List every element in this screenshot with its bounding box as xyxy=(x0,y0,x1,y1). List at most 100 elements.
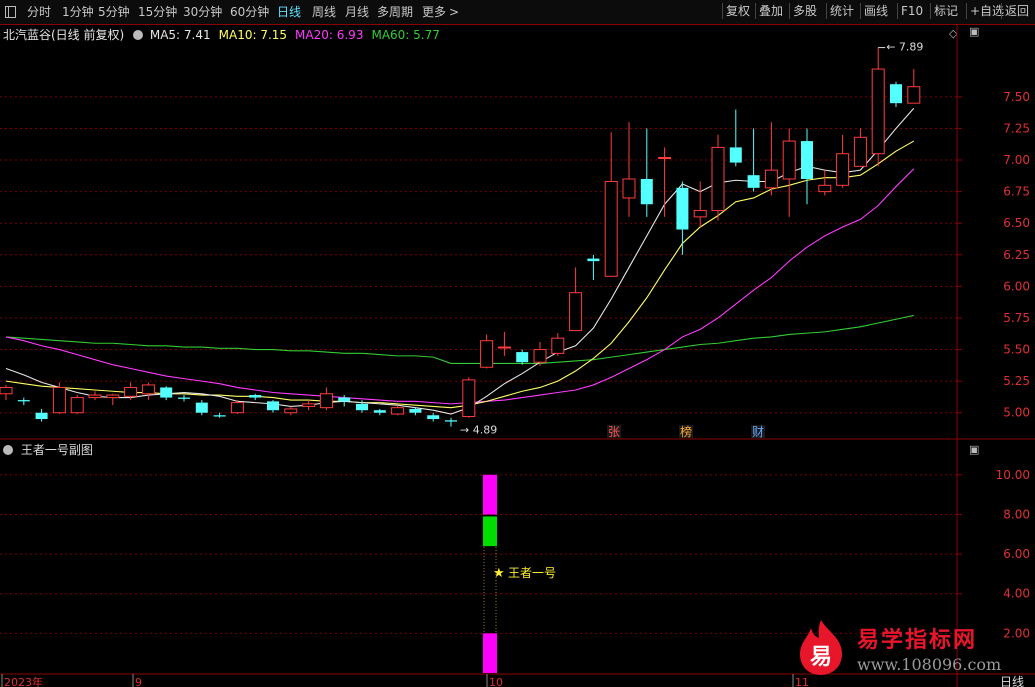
candle-body xyxy=(88,394,102,399)
candle xyxy=(52,382,66,414)
candle xyxy=(747,128,760,192)
ma20-line xyxy=(5,168,915,405)
candle-body xyxy=(622,178,636,199)
candle-body xyxy=(230,402,244,414)
maximize-icon[interactable]: ▣ xyxy=(969,443,979,456)
candle xyxy=(871,47,885,167)
candle xyxy=(676,181,689,255)
candle-body xyxy=(551,337,565,354)
candle-body xyxy=(52,386,66,414)
candle xyxy=(88,391,102,401)
flame-logo-icon: 易 xyxy=(800,620,842,675)
candle-body xyxy=(907,86,921,104)
candle xyxy=(836,134,850,188)
candle-body xyxy=(676,187,689,230)
price-axis-label: 6.50 xyxy=(1003,216,1030,230)
signal-block xyxy=(483,516,497,547)
candle xyxy=(604,132,618,277)
candle xyxy=(890,81,902,107)
date-label: 10 xyxy=(489,676,503,687)
candle xyxy=(391,405,405,416)
price-axis-label: 5.00 xyxy=(1003,406,1030,420)
candle-body xyxy=(178,397,190,399)
candle-body xyxy=(319,393,333,409)
candle xyxy=(693,181,707,227)
star-icon: ★ xyxy=(493,566,505,581)
candle-body xyxy=(890,84,902,104)
candle xyxy=(302,400,316,411)
candle xyxy=(622,122,636,217)
candle-body xyxy=(516,352,529,363)
candle xyxy=(70,395,84,414)
candle xyxy=(569,267,583,332)
price-axis-label: 5.25 xyxy=(1003,374,1030,388)
candle xyxy=(427,412,440,422)
candle xyxy=(516,349,529,365)
candle-body xyxy=(391,407,405,415)
candle-body xyxy=(70,397,84,414)
candle-body xyxy=(195,402,208,413)
candle xyxy=(35,408,48,422)
candle-body xyxy=(711,146,725,212)
candle-body xyxy=(373,410,386,413)
watermark-url: www.108096.com xyxy=(857,655,1002,674)
candle xyxy=(178,395,190,402)
high-label: ← 7.89 xyxy=(886,41,923,54)
candle-body xyxy=(604,181,618,277)
candle-body xyxy=(0,386,13,395)
candle-body xyxy=(533,349,547,363)
candle xyxy=(640,128,653,217)
candle-body xyxy=(587,258,600,262)
signal-block xyxy=(483,474,497,515)
candle xyxy=(249,393,262,401)
candle-body xyxy=(640,178,653,205)
sub-panel-header: 王者一号副图 xyxy=(3,441,93,458)
candle-body xyxy=(658,157,672,160)
candle xyxy=(230,400,244,414)
logo-char: 易 xyxy=(810,645,832,670)
dropdown-icon[interactable] xyxy=(3,445,13,455)
sub-panel-title: 王者一号副图 xyxy=(20,443,93,457)
candle-body xyxy=(302,403,316,407)
candle-body xyxy=(782,140,796,180)
low-label: → 4.89 xyxy=(460,424,497,437)
candle-body xyxy=(213,415,226,417)
candle xyxy=(533,341,547,366)
candle-body xyxy=(160,387,173,398)
candle xyxy=(658,147,672,217)
watermark-title: 易学指标网 xyxy=(857,628,978,653)
signal-label: 王者一号 xyxy=(508,566,556,580)
candle-body xyxy=(693,210,707,218)
candle xyxy=(445,417,457,427)
candle xyxy=(160,386,173,401)
candle xyxy=(106,393,120,406)
ma60-line xyxy=(5,314,914,365)
candle-body xyxy=(249,395,262,398)
candle xyxy=(818,170,832,196)
price-axis-label: 5.50 xyxy=(1003,343,1030,357)
price-axis-label: 7.25 xyxy=(1003,121,1030,135)
candle xyxy=(907,69,921,104)
candle-body xyxy=(427,415,440,420)
candle xyxy=(729,109,742,167)
candle xyxy=(764,122,778,196)
price-axis-label: 6.00 xyxy=(1003,279,1030,293)
candle xyxy=(853,128,867,167)
candle-body xyxy=(356,403,368,411)
candle xyxy=(480,334,494,369)
candle xyxy=(319,387,333,411)
candle-body xyxy=(35,412,48,420)
candle xyxy=(267,400,279,413)
candle-body xyxy=(801,141,813,179)
candle-body xyxy=(818,184,832,193)
candle xyxy=(462,377,476,418)
candle-body xyxy=(853,136,867,167)
price-axis-label: 5.75 xyxy=(1003,311,1030,325)
candle xyxy=(0,384,13,401)
candle-body xyxy=(462,379,476,418)
candle xyxy=(141,382,155,401)
price-axis-label: 6.75 xyxy=(1003,185,1030,199)
price-chart: 7.50 7.25 7.00 6.75 6.50 6.25 6.00 5.75 5.50 5.25… xyxy=(0,24,1035,687)
signal-block xyxy=(483,633,497,673)
candle-body xyxy=(871,68,885,155)
